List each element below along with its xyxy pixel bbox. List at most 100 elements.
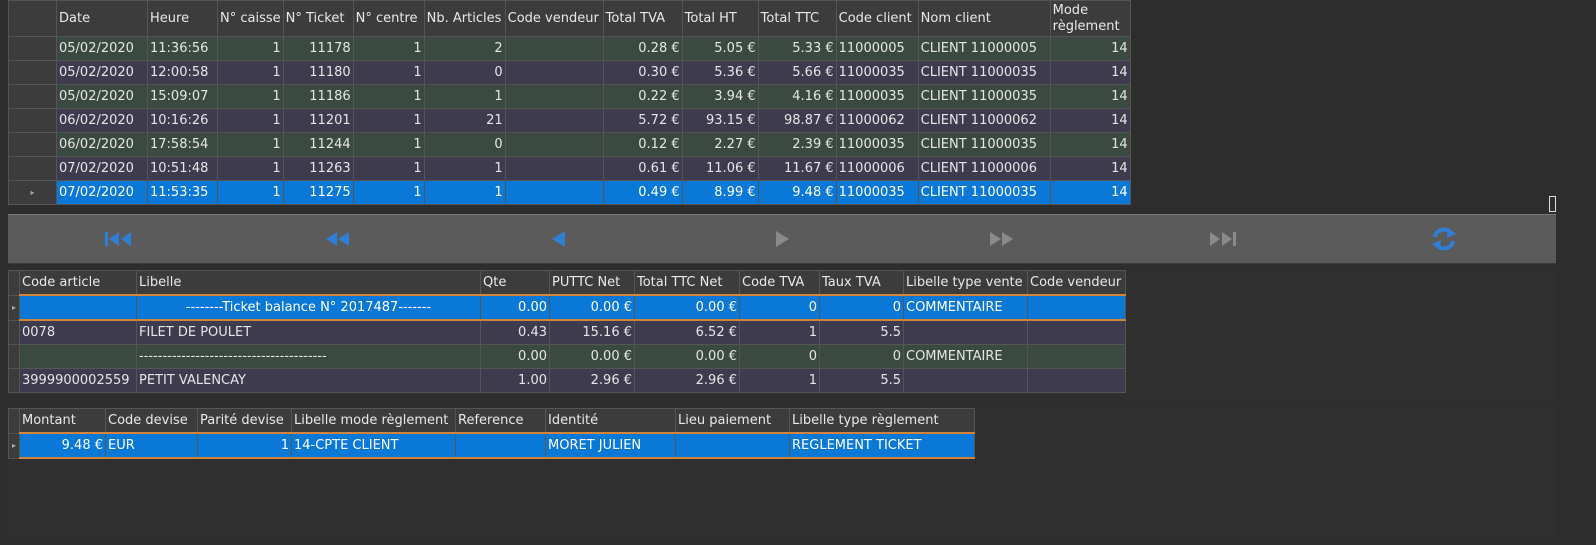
table-cell[interactable]: 1.00	[480, 368, 550, 393]
table-cell[interactable]: 0.49 €	[602, 180, 683, 205]
row-indicator[interactable]: ▸	[8, 432, 20, 459]
table-cell[interactable]: 0	[739, 294, 820, 321]
table-cell[interactable]: 05/02/2020	[56, 36, 148, 61]
table-cell[interactable]: 0.00	[480, 344, 550, 369]
table-row[interactable]: ▸ 07/02/2020 11:53:35 1 11275 1 1 0.49 €8.99 €9…	[8, 180, 1131, 205]
table-cell[interactable]: 17:58:54	[147, 132, 218, 157]
row-indicator[interactable]	[8, 108, 57, 133]
table-cell[interactable]	[675, 432, 790, 459]
table-cell[interactable]: 9.48 €	[19, 432, 106, 459]
table-cell[interactable]: 5.72 €	[602, 108, 683, 133]
table-cell[interactable]	[504, 36, 604, 61]
table-cell[interactable]: 2.39 €	[757, 132, 837, 157]
table-cell[interactable]: 9.48 €	[757, 180, 837, 205]
table-row[interactable]: 06/02/2020 10:16:26 1 11201 1 21 5.72 €93.15 €…	[8, 108, 1131, 133]
table-row[interactable]: 05/02/2020 15:09:07 1 11186 1 1 0.22 €3.94 €4.…	[8, 84, 1131, 109]
table-cell[interactable]: 0.22 €	[602, 84, 683, 109]
table-cell[interactable]: 5.05 €	[681, 36, 759, 61]
table-cell[interactable]: 0.00 €	[549, 344, 635, 369]
table-cell[interactable]: 1	[352, 132, 425, 157]
table-cell[interactable]: REGLEMENT TICKET	[789, 432, 975, 459]
col-header[interactable]: Lieu paiement	[675, 408, 790, 434]
table-cell[interactable]: EUR	[105, 432, 198, 459]
table-row[interactable]: 06/02/2020 17:58:54 1 11244 1 0 0.12 €2.27 €2.…	[8, 132, 1131, 157]
table-row[interactable]: 3999900002559 PETIT VALENCAY 1.00 2.96 €2.9…	[8, 368, 1126, 393]
col-header[interactable]: Libelle mode règlement	[291, 408, 456, 434]
tickets-grid[interactable]: Date Heure N° caisse N° Ticket N° centre…	[8, 0, 1131, 205]
table-cell[interactable]: 5.5	[819, 319, 904, 345]
fast-forward-button[interactable]	[984, 225, 1018, 253]
table-cell[interactable]: 1	[217, 108, 284, 133]
table-cell[interactable]: 2.27 €	[681, 132, 759, 157]
row-indicator[interactable]	[8, 60, 57, 85]
table-cell[interactable]	[504, 132, 604, 157]
table-cell[interactable]: 10:51:48	[147, 156, 218, 181]
table-cell[interactable]: 15:09:07	[147, 84, 218, 109]
col-header[interactable]: Montant	[19, 408, 106, 434]
table-cell[interactable]	[504, 108, 604, 133]
table-cell[interactable]: 4.16 €	[757, 84, 837, 109]
col-header[interactable]: Libelle type vente	[903, 270, 1028, 296]
last-record-button[interactable]	[1205, 225, 1239, 253]
table-cell[interactable]: 0.12 €	[602, 132, 683, 157]
table-cell[interactable]	[903, 368, 1028, 393]
table-cell[interactable]: CLIENT 11000035	[917, 60, 1051, 85]
table-cell[interactable]: 1	[217, 132, 284, 157]
table-cell[interactable]: 1	[423, 180, 506, 205]
table-cell[interactable]: 10:16:26	[147, 108, 218, 133]
table-cell[interactable]: 11186	[282, 84, 354, 109]
col-header[interactable]: Total TTC	[757, 0, 837, 37]
table-cell[interactable]: CLIENT 11000005	[917, 36, 1051, 61]
col-header[interactable]: Code devise	[105, 408, 198, 434]
table-cell[interactable]: 14	[1049, 84, 1131, 109]
col-header[interactable]: Identité	[545, 408, 676, 434]
table-cell[interactable]: 11000035	[835, 84, 919, 109]
table-cell[interactable]	[504, 84, 604, 109]
table-cell[interactable]: 2.96 €	[634, 368, 740, 393]
row-indicator[interactable]: ▸	[8, 180, 57, 205]
table-cell[interactable]	[504, 180, 604, 205]
table-cell[interactable]	[19, 294, 137, 321]
table-cell[interactable]: 14	[1049, 180, 1131, 205]
col-header[interactable]: Taux TVA	[819, 270, 904, 296]
col-header[interactable]: Nom client	[917, 0, 1051, 37]
table-cell[interactable]: 0	[739, 344, 820, 369]
col-header[interactable]: Qte	[480, 270, 550, 296]
table-cell[interactable]: 0078	[19, 319, 137, 345]
table-cell[interactable]: 1	[217, 84, 284, 109]
col-header[interactable]: Nb. Articles	[423, 0, 506, 37]
table-cell[interactable]: 1	[352, 108, 425, 133]
row-indicator[interactable]	[8, 84, 57, 109]
table-cell[interactable]: 6.52 €	[634, 319, 740, 345]
table-cell[interactable]: 21	[423, 108, 506, 133]
payments-grid[interactable]: Montant Code devise Parité devise Libell…	[8, 408, 975, 459]
row-indicator[interactable]	[8, 156, 57, 181]
col-header[interactable]: Reference	[455, 408, 546, 434]
table-cell[interactable]: 1	[739, 319, 820, 345]
col-header-mode-reglement[interactable]: Mode règlement	[1049, 0, 1131, 37]
table-cell[interactable]: 5.5	[819, 368, 904, 393]
col-header[interactable]: Libelle	[136, 270, 481, 296]
table-cell[interactable]: 1	[423, 156, 506, 181]
table-cell[interactable]: 11.67 €	[757, 156, 837, 181]
table-cell[interactable]: 0.43	[480, 319, 550, 345]
table-cell[interactable]: 1	[352, 60, 425, 85]
table-cell[interactable]: 11000035	[835, 132, 919, 157]
table-cell[interactable]: 11263	[282, 156, 354, 181]
table-cell[interactable]: 14	[1049, 60, 1131, 85]
table-row[interactable]: 05/02/2020 12:00:58 1 11180 1 0 0.30 €5.36 €5.…	[8, 60, 1131, 85]
table-cell[interactable]: 11201	[282, 108, 354, 133]
table-cell[interactable]: 5.33 €	[757, 36, 837, 61]
table-row[interactable]: 07/02/2020 10:51:48 1 11263 1 1 0.61 €11.06 €1…	[8, 156, 1131, 181]
table-cell[interactable]: 5.36 €	[681, 60, 759, 85]
table-cell[interactable]: CLIENT 11000035	[917, 84, 1051, 109]
table-cell[interactable]: 1	[352, 84, 425, 109]
scrollbar-thumb[interactable]	[1549, 196, 1556, 212]
col-header[interactable]: Heure	[147, 0, 218, 37]
col-header[interactable]: Code client	[835, 0, 919, 37]
table-cell[interactable]: 0.28 €	[602, 36, 683, 61]
table-cell[interactable]: 06/02/2020	[56, 132, 148, 157]
table-cell[interactable]	[455, 432, 546, 459]
table-cell[interactable]	[903, 319, 1028, 345]
table-cell[interactable]: CLIENT 11000062	[917, 108, 1051, 133]
